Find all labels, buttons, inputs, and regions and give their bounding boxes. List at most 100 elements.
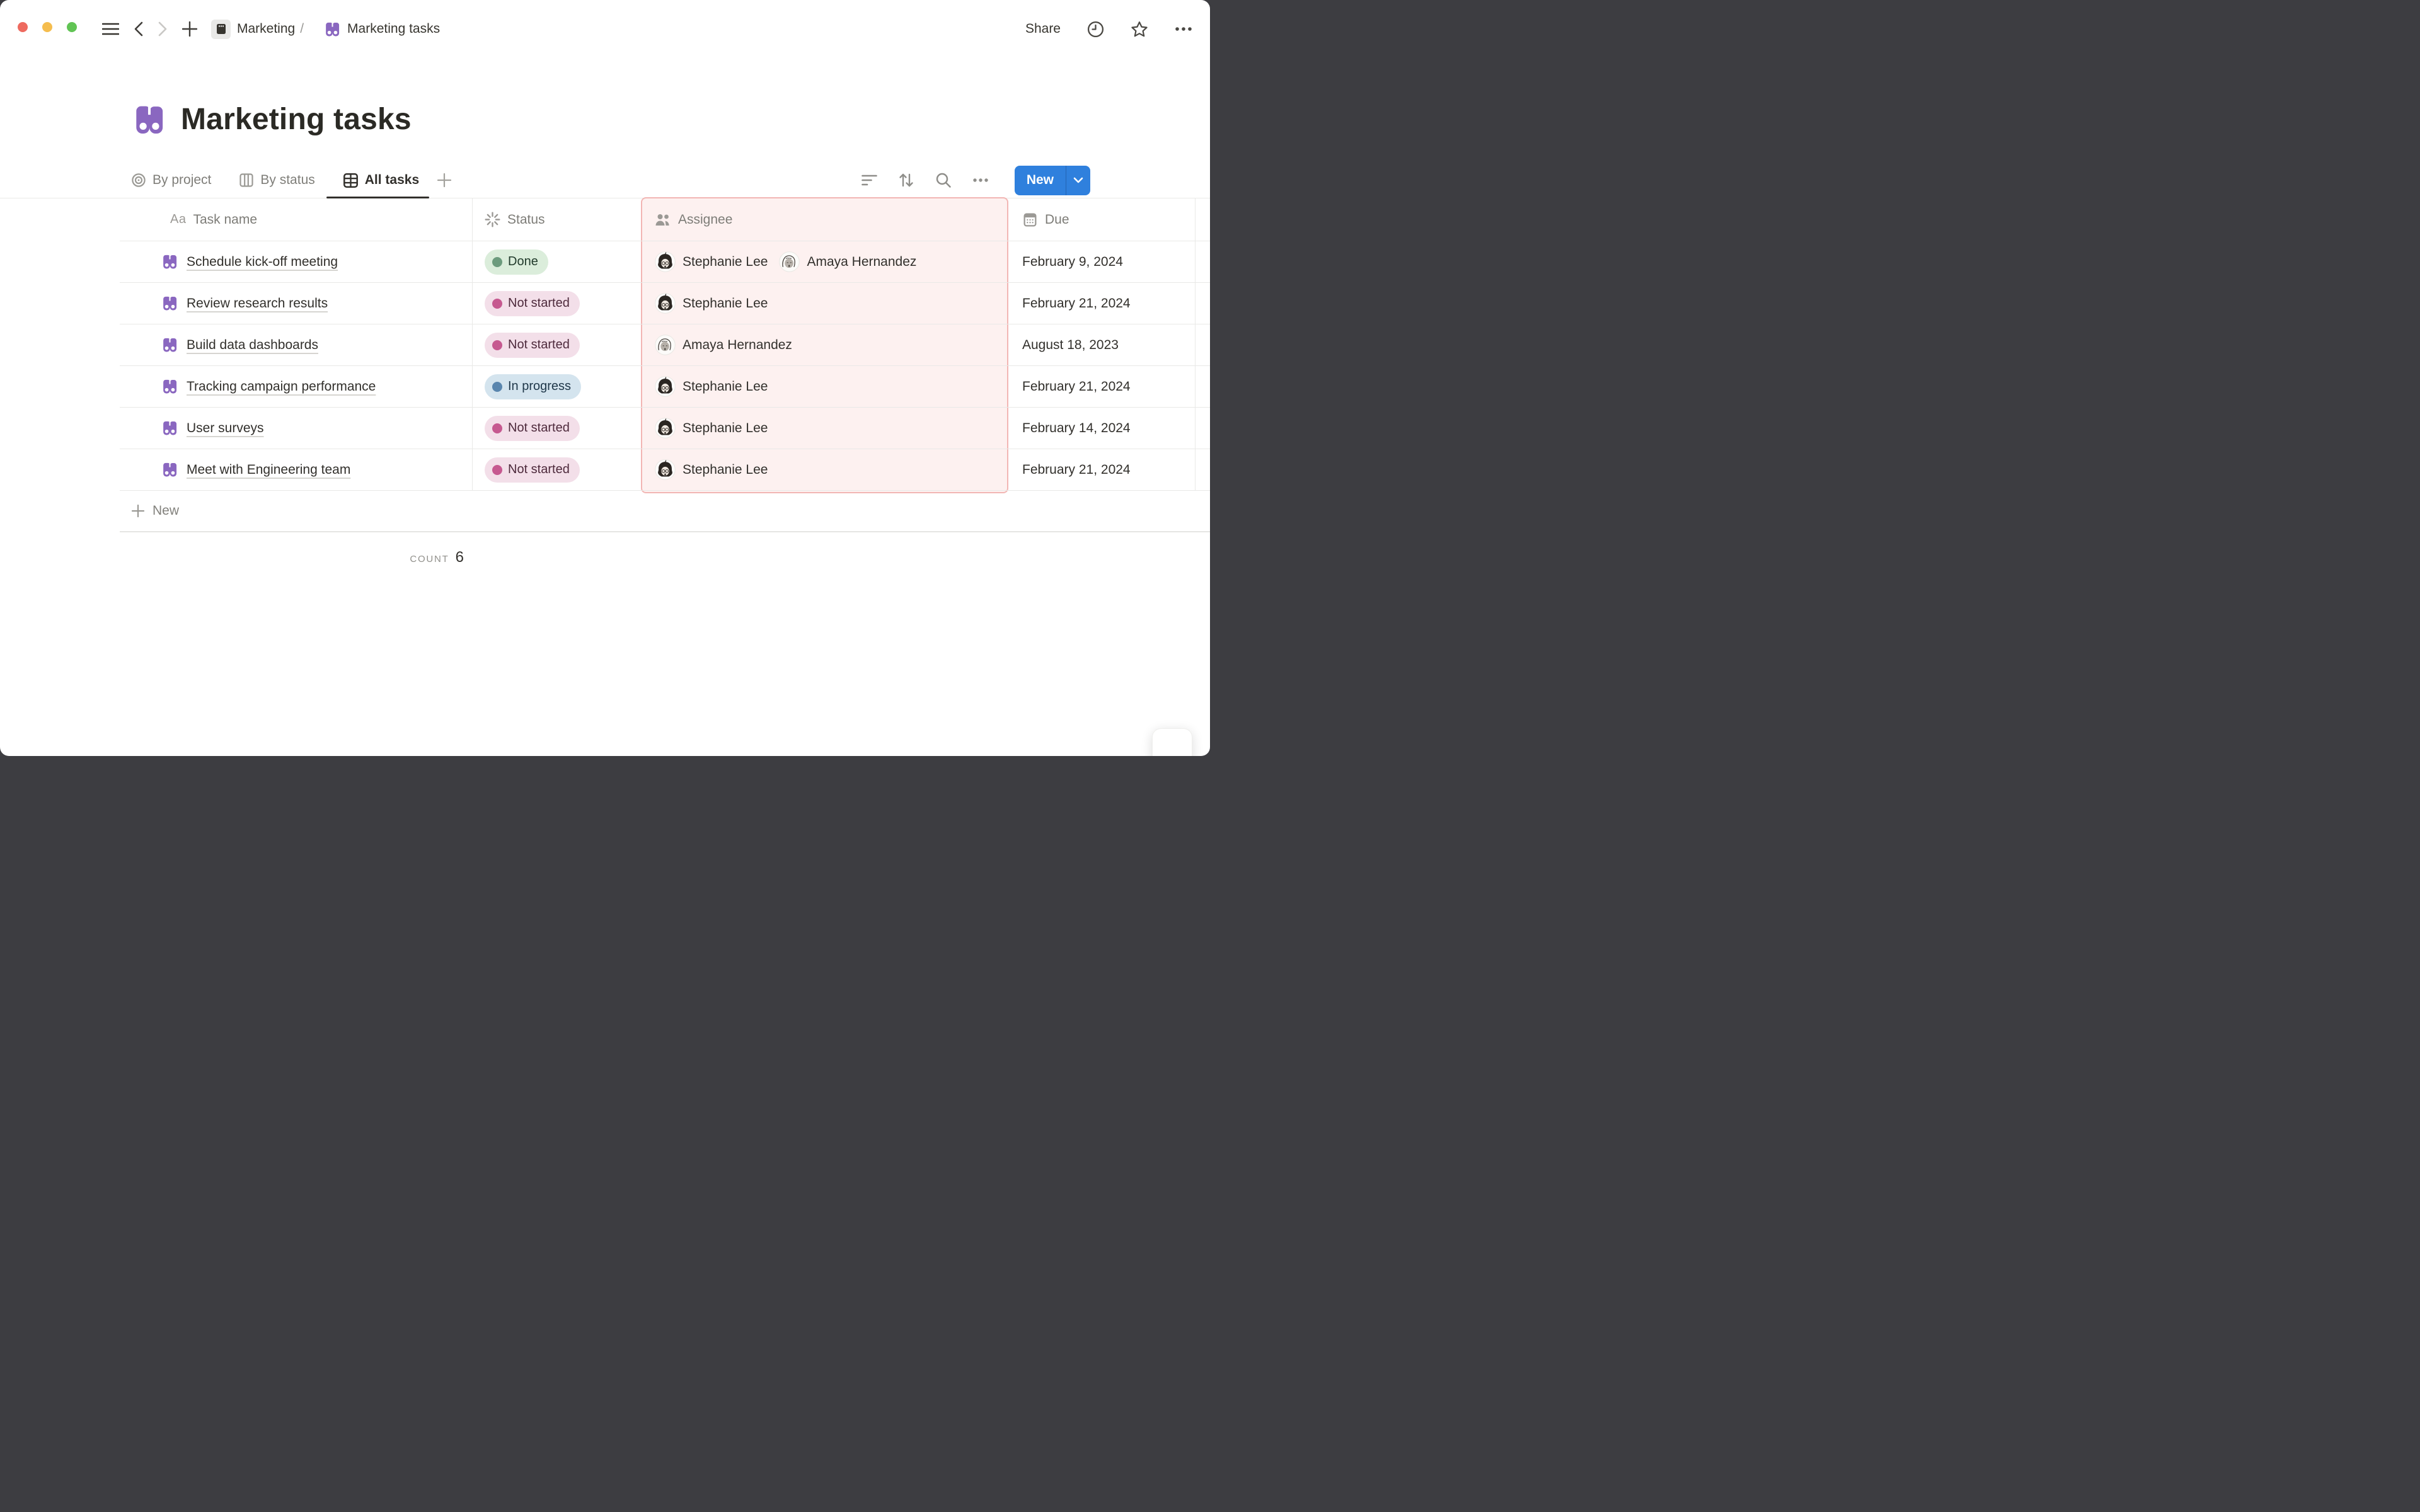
- breadcrumb-marketing[interactable]: Marketing: [211, 20, 295, 39]
- assignee-cell[interactable]: Stephanie Lee: [641, 283, 1008, 324]
- clock-icon[interactable]: [1087, 21, 1104, 38]
- assignee-entry: Stephanie Lee: [655, 251, 768, 272]
- avatar-amaya: [779, 251, 800, 272]
- table-header: AaTask nameStatusAssignee Due: [120, 198, 1210, 241]
- extra-cell: [1196, 324, 1210, 366]
- filter-icon[interactable]: [861, 174, 877, 186]
- table-row: Meet with Engineering team Not started S…: [120, 449, 1210, 491]
- extra-cell: [1196, 241, 1210, 283]
- chevron-down-icon[interactable]: [1066, 166, 1090, 195]
- target-icon: [131, 173, 146, 188]
- burst-icon: [485, 212, 500, 227]
- column-header-task[interactable]: AaTask name: [120, 198, 473, 241]
- minimize-window-button[interactable]: [42, 22, 52, 32]
- new-page-icon[interactable]: [182, 21, 197, 37]
- assignee-entry: Stephanie Lee: [655, 418, 768, 438]
- search-icon[interactable]: [935, 172, 952, 188]
- view-more-icon[interactable]: [972, 178, 989, 183]
- due-cell[interactable]: February 21, 2024: [1008, 366, 1196, 408]
- tab-by-status[interactable]: By status: [239, 162, 314, 198]
- status-cell[interactable]: Not started: [473, 408, 641, 449]
- due-cell[interactable]: February 21, 2024: [1008, 449, 1196, 491]
- tab-all-tasks[interactable]: All tasks: [343, 162, 419, 198]
- count-value: 6: [456, 549, 464, 566]
- table-row: Schedule kick-off meeting Done Stephanie…: [120, 241, 1210, 283]
- close-window-button[interactable]: [18, 22, 28, 32]
- page-title[interactable]: Marketing tasks: [181, 102, 412, 137]
- status-dot: [492, 257, 502, 267]
- assignee-cell[interactable]: Stephanie Lee: [641, 366, 1008, 408]
- board-icon: [239, 173, 254, 188]
- task-title: Review research results: [187, 296, 328, 311]
- assignee-name: Stephanie Lee: [683, 379, 768, 394]
- more-options-icon[interactable]: [1175, 26, 1192, 32]
- assignee-name: Stephanie Lee: [683, 255, 768, 270]
- avatar-stephanie: [655, 459, 676, 480]
- status-dot: [492, 299, 502, 309]
- extra-cell: [1196, 283, 1210, 324]
- status-chip: In progress: [485, 374, 581, 399]
- column-header-due[interactable]: Due: [1008, 198, 1196, 241]
- due-cell[interactable]: February 14, 2024: [1008, 408, 1196, 449]
- count-label: COUNT: [410, 554, 449, 564]
- floating-button[interactable]: [1152, 728, 1192, 756]
- views-bar: By project By status All tasks New: [0, 162, 1210, 198]
- table-row: Build data dashboards Not started Amaya …: [120, 324, 1210, 366]
- due-cell[interactable]: February 21, 2024: [1008, 283, 1196, 324]
- due-cell[interactable]: August 18, 2023: [1008, 324, 1196, 366]
- column-label: Due: [1045, 212, 1069, 227]
- breadcrumb-marketing-tasks[interactable]: Marketing tasks: [324, 21, 440, 38]
- new-button: New: [1015, 166, 1090, 195]
- page-icon-binoculars[interactable]: [132, 103, 166, 137]
- task-name-cell[interactable]: Tracking campaign performance: [120, 366, 473, 408]
- assignee-cell[interactable]: Stephanie Lee: [641, 408, 1008, 449]
- count-footer[interactable]: COUNT 6: [120, 532, 473, 566]
- forward-icon[interactable]: [158, 21, 167, 37]
- task-name-cell[interactable]: Schedule kick-off meeting: [120, 241, 473, 283]
- new-row-button[interactable]: New: [120, 491, 1210, 532]
- due-date: February 9, 2024: [1022, 255, 1123, 270]
- binoculars-icon: [161, 378, 178, 395]
- sidebar-toggle-icon[interactable]: [102, 22, 119, 36]
- status-chip: Not started: [485, 416, 580, 441]
- back-icon[interactable]: [134, 21, 143, 37]
- binoculars-icon: [161, 420, 178, 437]
- task-title: User surveys: [187, 421, 264, 436]
- tab-by-project[interactable]: By project: [131, 162, 211, 198]
- column-header-assignee[interactable]: Assignee: [641, 198, 1008, 241]
- status-label: Not started: [508, 338, 570, 352]
- status-chip: Done: [485, 249, 548, 275]
- assignee-entry: Amaya Hernandez: [779, 251, 916, 272]
- task-name-cell[interactable]: Build data dashboards: [120, 324, 473, 366]
- status-chip: Not started: [485, 333, 580, 358]
- add-view-icon[interactable]: [437, 173, 452, 188]
- topbar: Marketing / Marketing tasks Share: [0, 0, 1210, 58]
- zoom-window-button[interactable]: [67, 22, 77, 32]
- status-cell[interactable]: Done: [473, 241, 641, 283]
- share-button[interactable]: Share: [1025, 21, 1061, 37]
- text-property-icon: Aa: [170, 212, 186, 227]
- new-button-label[interactable]: New: [1015, 166, 1066, 195]
- column-header-extra: [1196, 198, 1210, 241]
- task-name-cell[interactable]: Review research results: [120, 283, 473, 324]
- tab-label: By project: [153, 173, 211, 188]
- column-header-status[interactable]: Status: [473, 198, 641, 241]
- assignee-name: Stephanie Lee: [683, 421, 768, 436]
- due-date: February 21, 2024: [1022, 296, 1131, 311]
- table-row: Tracking campaign performance In progres…: [120, 366, 1210, 408]
- status-cell[interactable]: Not started: [473, 324, 641, 366]
- status-cell[interactable]: In progress: [473, 366, 641, 408]
- status-label: Done: [508, 255, 538, 269]
- due-cell[interactable]: February 9, 2024: [1008, 241, 1196, 283]
- assignee-cell[interactable]: Stephanie Lee: [641, 449, 1008, 491]
- task-name-cell[interactable]: User surveys: [120, 408, 473, 449]
- assignee-cell[interactable]: Stephanie Lee Amaya Hernandez: [641, 241, 1008, 283]
- task-name-cell[interactable]: Meet with Engineering team: [120, 449, 473, 491]
- star-icon[interactable]: [1131, 21, 1148, 38]
- assignee-cell[interactable]: Amaya Hernandez: [641, 324, 1008, 366]
- status-cell[interactable]: Not started: [473, 449, 641, 491]
- table-row: User surveys Not started Stephanie Lee F…: [120, 408, 1210, 449]
- sort-icon[interactable]: [898, 172, 914, 188]
- project-icon: [211, 20, 231, 39]
- status-cell[interactable]: Not started: [473, 283, 641, 324]
